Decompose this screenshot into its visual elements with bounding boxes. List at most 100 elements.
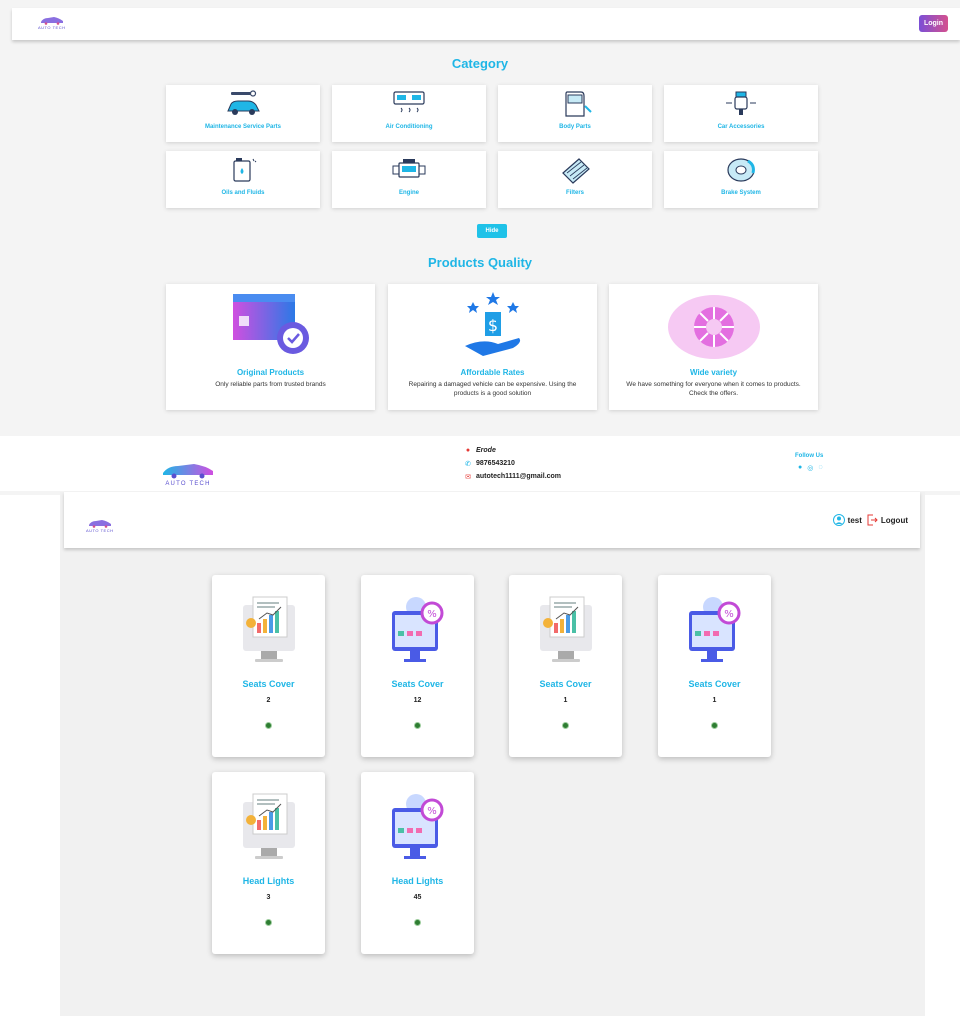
- product-card[interactable]: % Head Lights 45: [361, 772, 474, 954]
- footer: AUTO TECH ● Erode ✆ 9876543210 ✉ autotec…: [0, 436, 960, 491]
- product-quantity: 1: [563, 697, 568, 704]
- logo-text: AUTO TECH: [38, 25, 66, 30]
- svg-text:$: $: [487, 316, 497, 335]
- category-card-maintenance[interactable]: Maintenance Service Parts: [166, 85, 320, 142]
- products-navbar: AUTO TECH test Logout: [64, 492, 920, 548]
- view-icon[interactable]: [562, 722, 569, 729]
- logout-icon[interactable]: [866, 514, 878, 526]
- quality-card-variety: Wide variety We have something for every…: [609, 284, 818, 410]
- engine-icon: [392, 159, 426, 178]
- svg-text:%: %: [427, 609, 437, 620]
- product-card[interactable]: % Seats Cover 1: [658, 575, 771, 757]
- footer-logo[interactable]: AUTO TECH: [160, 461, 216, 487]
- product-name: Head Lights: [391, 876, 444, 886]
- monitor-discount-icon: %: [391, 794, 443, 859]
- quality-desc: Only reliable parts from trusted brands: [215, 381, 326, 388]
- category-card-engine[interactable]: Engine: [332, 151, 486, 208]
- product-card[interactable]: Head Lights 3: [212, 772, 325, 954]
- mail-icon: ✉: [465, 473, 471, 481]
- view-icon[interactable]: [265, 919, 272, 926]
- report-chart-icon: [242, 596, 295, 662]
- car-tools-icon: [227, 90, 260, 115]
- user-avatar-icon[interactable]: [832, 514, 845, 526]
- follow-us: Follow Us ● ◎ ◌: [795, 453, 823, 472]
- car-logo-icon: [40, 17, 63, 25]
- report-chart-icon: [539, 596, 592, 662]
- products-quality-heading: Products Quality: [427, 255, 533, 270]
- product-quantity: 12: [413, 697, 422, 704]
- report-chart-icon: [242, 793, 295, 859]
- product-name: Seats Cover: [539, 679, 592, 689]
- whatsapp-icon[interactable]: ◌: [818, 464, 822, 472]
- view-icon[interactable]: [414, 919, 421, 926]
- contact-info: ● Erode ✆ 9876543210 ✉ autotech1111@gmai…: [463, 444, 561, 483]
- category-label: Maintenance Service Parts: [204, 124, 282, 130]
- svg-text:%: %: [724, 609, 734, 620]
- price-tag-hand-icon: $: [464, 292, 520, 356]
- category-label: Engine: [398, 190, 419, 196]
- brand-logo[interactable]: AUTO TECH: [86, 518, 113, 533]
- category-card-filters[interactable]: Filters: [498, 151, 652, 208]
- contact-email[interactable]: ✉ autotech1111@gmail.com: [463, 470, 561, 483]
- brand-logo[interactable]: AUTO TECH: [38, 15, 65, 30]
- category-card-oils[interactable]: Oils and Fluids: [166, 151, 320, 208]
- product-name: Head Lights: [242, 876, 295, 886]
- car-logo-icon: [88, 520, 111, 528]
- quality-desc: We have something for everyone when it c…: [626, 381, 801, 397]
- location-pin-icon: ●: [465, 447, 471, 454]
- instagram-icon[interactable]: ◎: [807, 464, 813, 472]
- contact-location: ● Erode: [463, 444, 561, 457]
- product-quantity: 1: [712, 697, 717, 704]
- category-label: Oils and Fluids: [221, 190, 265, 196]
- category-card-air-conditioning[interactable]: Air Conditioning: [332, 85, 486, 142]
- category-label: Brake System: [721, 190, 761, 196]
- category-label: Body Parts: [559, 124, 591, 130]
- category-card-brake[interactable]: Brake System: [664, 151, 818, 208]
- product-card[interactable]: % Seats Cover 12: [361, 575, 474, 757]
- car-charger-icon: [726, 91, 756, 115]
- air-conditioner-icon: [393, 91, 425, 113]
- product-name: Seats Cover: [391, 679, 444, 689]
- login-button[interactable]: Login: [919, 15, 948, 32]
- box-badge-icon: [232, 294, 309, 354]
- phone-icon: ✆: [465, 460, 471, 468]
- car-logo-icon: [163, 464, 213, 479]
- user-menu: test Logout: [832, 514, 908, 526]
- donut-icon: [667, 295, 760, 359]
- footer-logo-text: AUTO TECH: [165, 481, 211, 487]
- product-name: Seats Cover: [688, 679, 741, 689]
- oil-can-icon: [233, 158, 257, 182]
- quality-title: Original Products: [236, 368, 305, 377]
- air-filter-icon: [562, 158, 590, 184]
- view-icon[interactable]: [711, 722, 718, 729]
- products-page-screenshot: AUTO TECH test Logout Seats Cover 2 % Se…: [60, 492, 925, 1016]
- follow-us-label: Follow Us: [795, 453, 824, 459]
- quality-title: Wide variety: [689, 368, 738, 377]
- car-door-icon: [565, 91, 592, 117]
- view-icon[interactable]: [265, 722, 272, 729]
- svg-text:%: %: [427, 806, 437, 817]
- home-page-screenshot: AUTO TECH Login Category Maintenance Ser…: [0, 0, 960, 495]
- quality-title: Affordable Rates: [460, 368, 525, 377]
- category-label: Car Accessories: [717, 124, 765, 130]
- product-name: Seats Cover: [242, 679, 295, 689]
- monitor-discount-icon: %: [688, 597, 740, 662]
- quality-desc: Repairing a damaged vehicle can be expen…: [408, 381, 577, 397]
- category-card-accessories[interactable]: Car Accessories: [664, 85, 818, 142]
- product-card[interactable]: Seats Cover 2: [212, 575, 325, 757]
- view-icon[interactable]: [414, 722, 421, 729]
- hide-button[interactable]: Hide: [477, 224, 507, 238]
- product-card[interactable]: Seats Cover 1: [509, 575, 622, 757]
- contact-phone[interactable]: ✆ 9876543210: [463, 457, 561, 470]
- facebook-icon[interactable]: ●: [798, 464, 802, 472]
- top-navbar: AUTO TECH Login: [12, 8, 960, 40]
- category-heading: Category: [451, 56, 509, 71]
- category-label: Filters: [565, 190, 584, 196]
- product-quantity: 45: [413, 894, 422, 901]
- username[interactable]: test: [848, 516, 862, 525]
- product-quantity: 2: [266, 697, 271, 704]
- logo-text: AUTO TECH: [86, 528, 114, 533]
- product-quantity: 3: [266, 894, 271, 901]
- category-card-body-parts[interactable]: Body Parts: [498, 85, 652, 142]
- logout-button[interactable]: Logout: [881, 516, 908, 525]
